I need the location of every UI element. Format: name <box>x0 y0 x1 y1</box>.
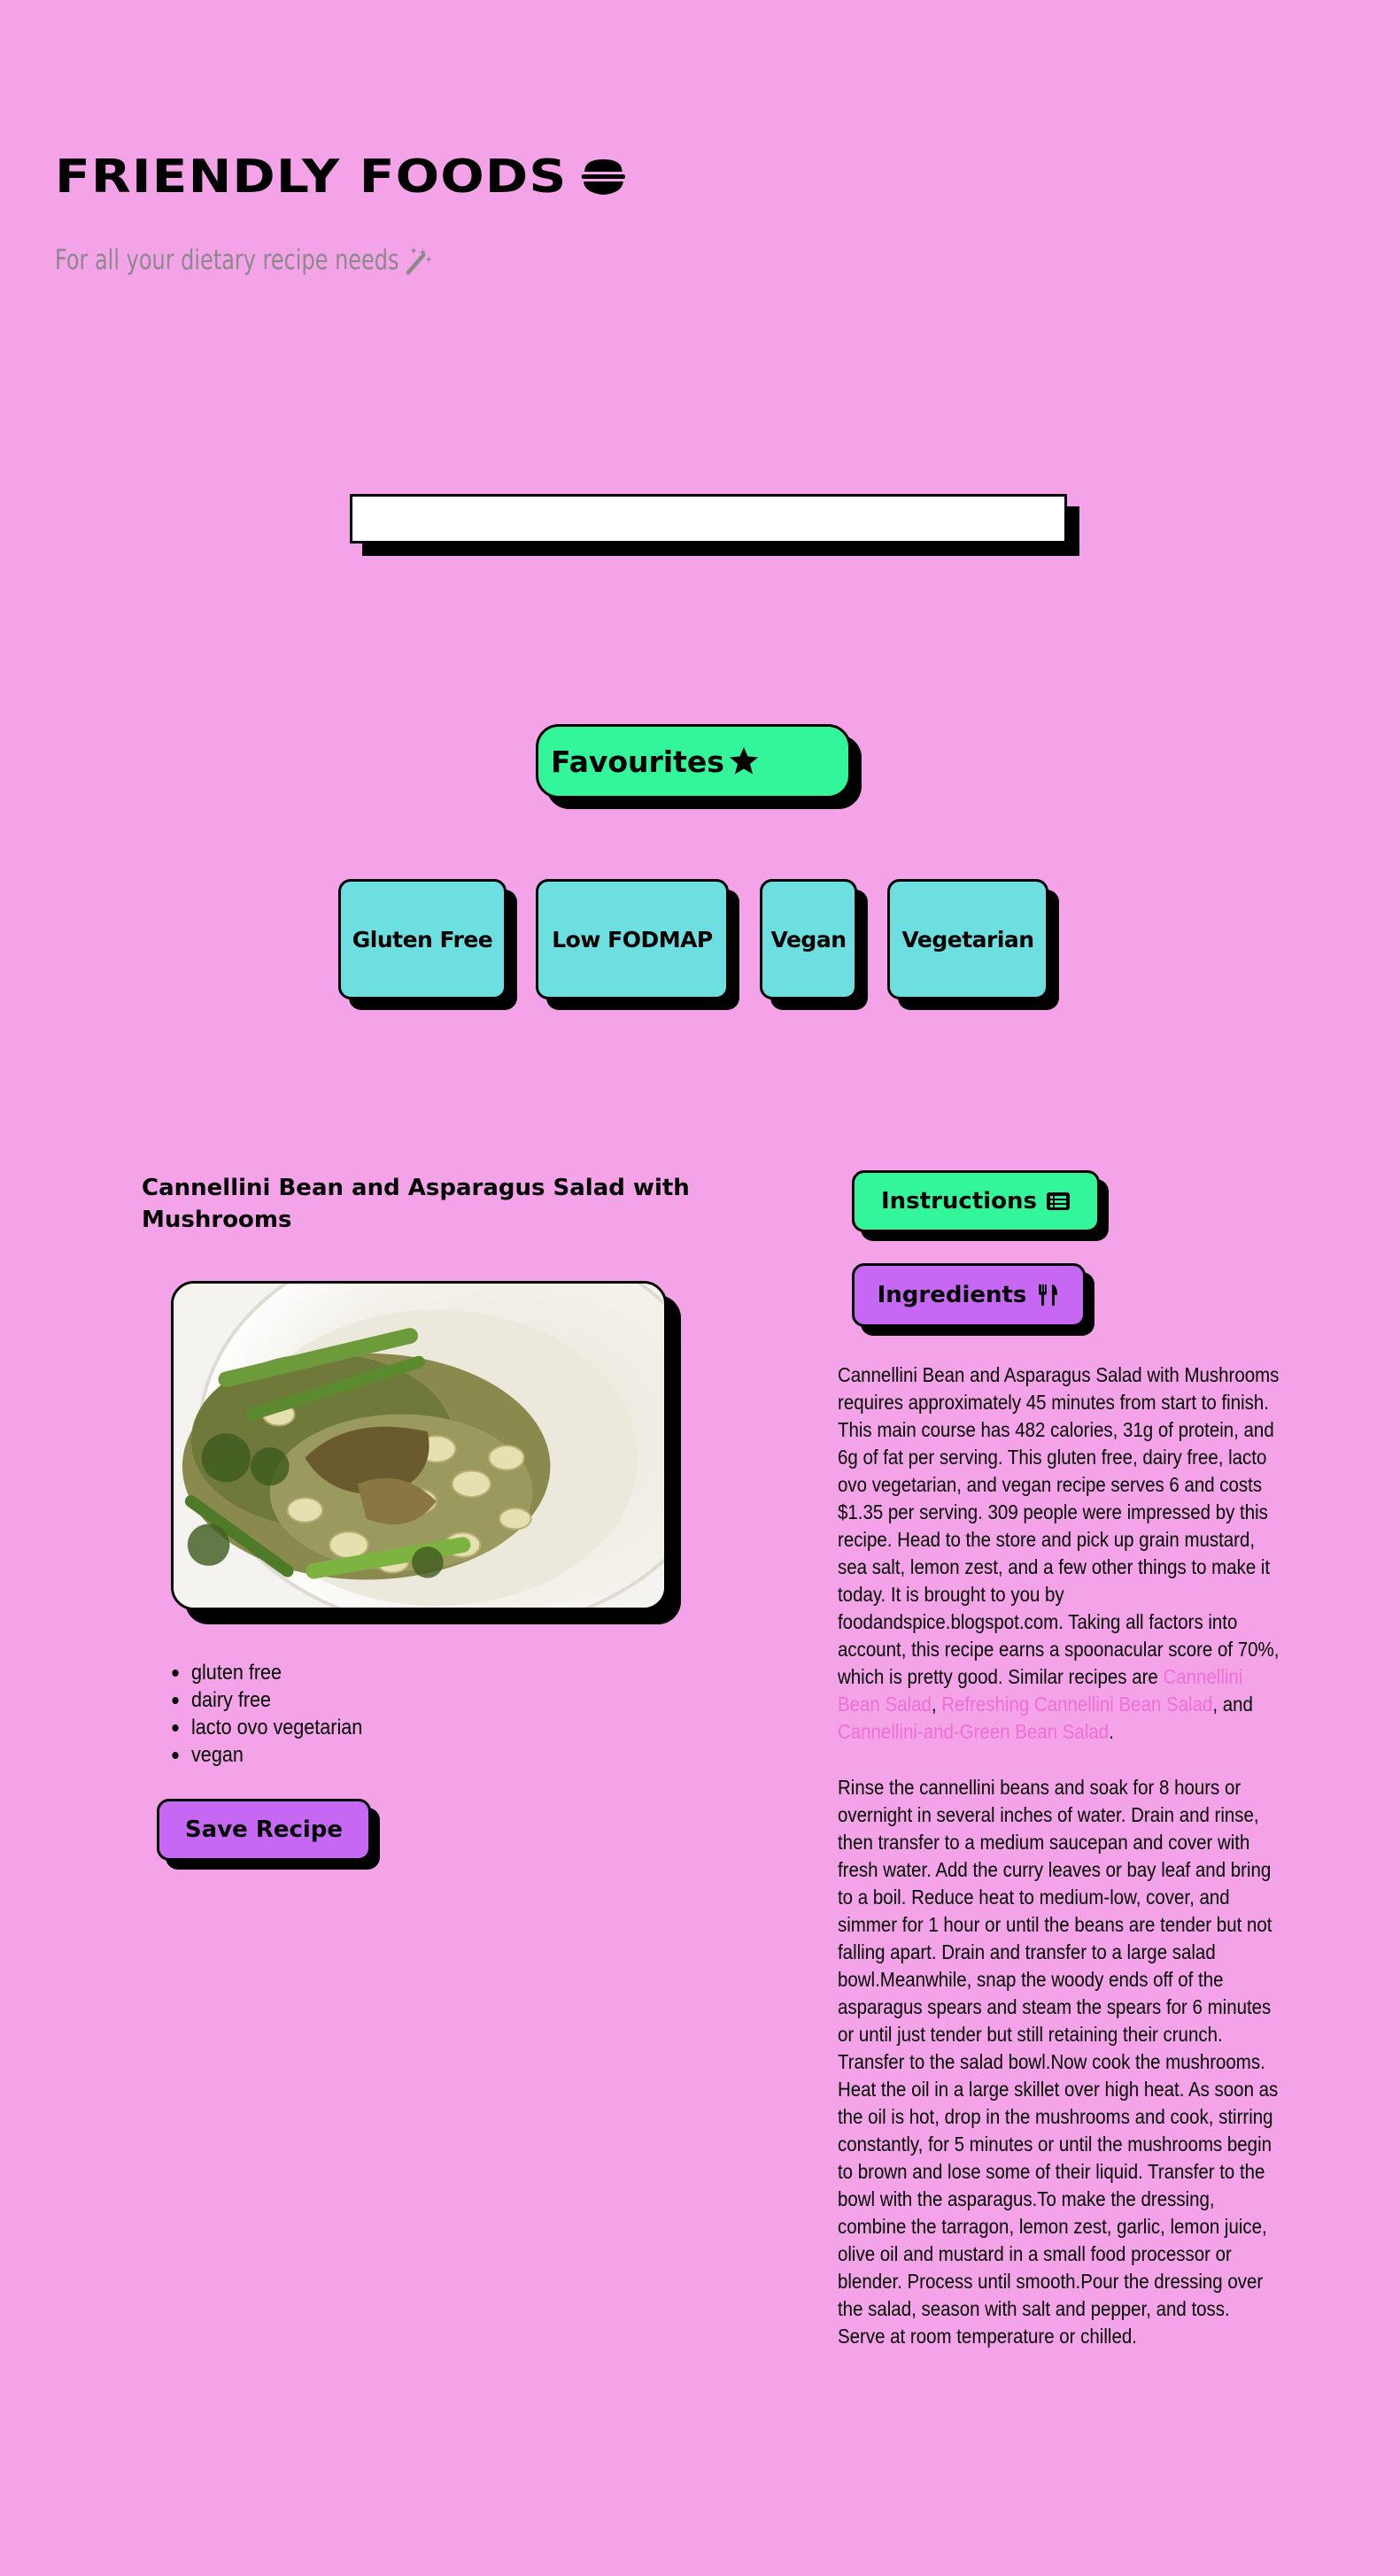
instructions-text: Rinse the cannellini beans and soak for … <box>838 1776 1279 2348</box>
bowl-food-icon <box>582 159 626 195</box>
recipe-summary: Cannellini Bean and Asparagus Salad with… <box>838 1361 1280 1746</box>
filter-label: Vegan <box>770 926 847 953</box>
summary-text: Cannellini Bean and Asparagus Salad with… <box>838 1363 1280 1688</box>
ingredients-button[interactable]: Ingredients <box>852 1263 1086 1327</box>
filter-vegan-button[interactable]: Vegan <box>760 879 857 999</box>
recipe-instructions: Rinse the cannellini beans and soak for … <box>838 1774 1280 2350</box>
tagline: For all your dietary recipe needs <box>55 244 432 276</box>
favourites-label: Favourites <box>551 744 724 779</box>
list-item: dairy free <box>172 1686 362 1714</box>
recipe-title: Cannellini Bean and Asparagus Salad with… <box>142 1175 690 1233</box>
tagline-text: For all your dietary recipe needs <box>55 244 399 276</box>
save-recipe-button[interactable]: Save Recipe <box>157 1799 371 1861</box>
page: FRIENDLY FOODS For all your dietary reci… <box>0 0 1400 2576</box>
save-recipe-label: Save Recipe <box>184 1816 344 1843</box>
similar-recipe-link[interactable]: Refreshing Cannellini Bean Salad <box>941 1693 1212 1716</box>
favourites-button[interactable]: Favourites <box>536 724 851 798</box>
filter-vegetarian-button[interactable]: Vegetarian <box>887 879 1048 999</box>
filter-label: Gluten Free <box>352 926 493 953</box>
separator: . <box>1109 1720 1114 1743</box>
ingredients-label: Ingredients <box>877 1282 1027 1308</box>
instructions-label: Instructions <box>880 1188 1038 1215</box>
site-title-text: FRIENDLY FOODS <box>55 150 568 204</box>
diet-list: gluten free dairy free lacto ovo vegetar… <box>172 1659 382 1769</box>
recipe-image <box>171 1281 667 1610</box>
similar-recipe-link[interactable]: Cannellini-and-Green Bean Salad <box>838 1720 1109 1743</box>
recipe-photo <box>174 1284 664 1608</box>
search-input[interactable] <box>350 494 1067 544</box>
filter-label: Low FODMAP <box>552 926 713 953</box>
list-item: gluten free <box>172 1659 362 1686</box>
list-item: vegan <box>172 1741 362 1769</box>
utensils-icon <box>1039 1284 1058 1306</box>
filter-low-fodmap-button[interactable]: Low FODMAP <box>536 879 729 999</box>
list-item: lacto ovo vegetarian <box>172 1716 363 1739</box>
filter-gluten-free-button[interactable]: Gluten Free <box>338 879 507 999</box>
list-icon <box>1047 1192 1071 1210</box>
separator: , and <box>1212 1693 1253 1716</box>
instructions-button[interactable]: Instructions <box>852 1170 1100 1232</box>
magic-wand-icon <box>406 247 432 275</box>
site-title: FRIENDLY FOODS <box>55 150 629 204</box>
separator: , <box>931 1693 942 1716</box>
filter-label: Vegetarian <box>901 926 1034 953</box>
search-bar <box>350 494 1079 556</box>
star-icon <box>729 747 758 775</box>
